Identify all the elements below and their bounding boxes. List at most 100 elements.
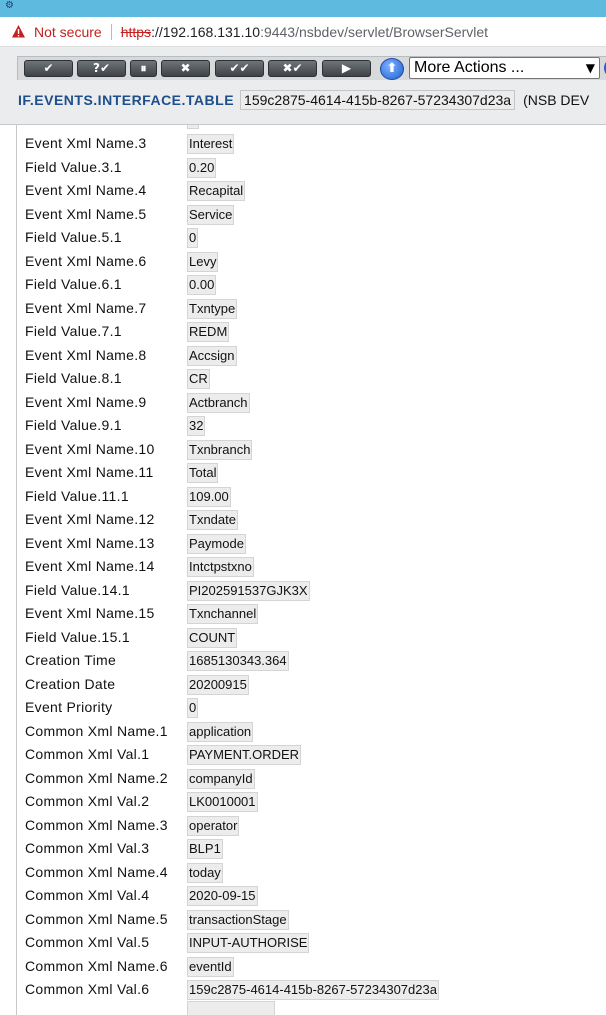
field-label: Field Value.8.1 — [25, 370, 122, 386]
field-label: Common Xml Name.6 — [25, 957, 168, 974]
field-value[interactable]: Paymode — [187, 533, 246, 554]
field-value[interactable]: companyId — [187, 768, 255, 789]
toolbar-area: ✔ ?✔ ⏸ ✖ ✔✔ ✖✔ ▶ ⬆ More Actions ... ▼ IF… — [0, 47, 606, 125]
url-scheme[interactable]: https — [121, 24, 151, 40]
field-value[interactable]: 0 — [187, 698, 199, 718]
window-title-strip: ⚙ — [0, 0, 606, 17]
url-path[interactable]: :9443/nsbdev/servlet/BrowserServlet — [260, 24, 488, 40]
field-label: Event Xml Name.11 — [25, 464, 154, 480]
field-value[interactable]: Txnbranch — [187, 439, 253, 460]
field-row: Event Xml Name.12 Txndate — [17, 509, 606, 530]
field-label: Creation Time — [25, 652, 117, 668]
query-validate-button[interactable]: ?✔ — [77, 60, 126, 77]
field-row: Event Xml Name.13 Paymode — [17, 533, 606, 554]
address-bar[interactable]: Not secure https ://192.168.131.10 :9443… — [0, 17, 606, 47]
address-separator — [110, 23, 112, 40]
field-value[interactable]: Txndate — [187, 510, 238, 530]
field-row: Field Value.8.1 CR — [17, 368, 606, 389]
field-row: Field Value.6.1 0.00 — [17, 274, 606, 295]
field-row: Field Value.7.1 REDM — [17, 321, 606, 342]
field-label: Field Value.14.1 — [25, 581, 130, 598]
field-row: Field Value.14.1 PI202591537GJK3X — [17, 580, 606, 601]
validate-button[interactable]: ✔ — [24, 60, 73, 77]
toolbar-button-row: ✔ ?✔ ⏸ ✖ ✔✔ ✖✔ ▶ ⬆ More Actions ... ▼ — [17, 56, 606, 80]
field-value[interactable]: PI202591537GJK3X — [187, 580, 310, 601]
field-value[interactable]: 1685130343.364 — [187, 651, 289, 671]
field-value[interactable]: Txnchannel — [187, 604, 259, 624]
field-value[interactable]: eventId — [187, 956, 234, 977]
commit-button[interactable]: ✔✔ — [215, 60, 264, 77]
record-id-field[interactable]: 159c2875-4614-415b-8267-57234307d23a — [240, 90, 516, 110]
field-label: Common Xml Name.3 — [25, 816, 168, 833]
field-value[interactable]: 0 — [187, 228, 199, 248]
field-label: Common Xml Val.4 — [25, 887, 150, 903]
more-actions-select[interactable]: More Actions ... ▼ — [409, 57, 600, 79]
field-value[interactable]: application — [187, 721, 254, 742]
field-row: Common Xml Val.4 2020-09-15 — [17, 885, 606, 906]
back-arrow-icon[interactable]: ⬆ — [380, 58, 404, 80]
reverse-button[interactable]: ✖✔ — [268, 60, 317, 77]
field-value[interactable]: 2020-09-15 — [187, 886, 258, 906]
delete-button[interactable]: ✖ — [161, 60, 210, 77]
field-value[interactable]: Accsign — [187, 345, 237, 366]
hold-button[interactable]: ⏸ — [130, 60, 157, 77]
field-value[interactable]: Total — [187, 463, 219, 483]
field-row: Common Xml Val.6 159c2875-4614-415b-8267-… — [17, 979, 606, 1000]
not-secure-label[interactable]: Not secure — [34, 24, 102, 40]
field-value[interactable]: 32 — [187, 416, 206, 436]
field-label: Field Value.9.1 — [25, 417, 122, 433]
field-value[interactable]: today — [187, 862, 223, 883]
field-row: Event Xml Name.5 Service — [17, 204, 606, 225]
field-row: Field Value.11.1 109.00 — [17, 486, 606, 507]
field-value[interactable]: Interest — [187, 134, 235, 154]
field-row: Event Xml Name.9 Actbranch — [17, 392, 606, 413]
field-value[interactable]: operator — [187, 815, 240, 836]
next-button[interactable]: ▶ — [322, 60, 371, 77]
field-value[interactable]: Service — [187, 204, 235, 225]
field-value[interactable]: BLP1 — [187, 839, 223, 859]
previous-value-box — [187, 125, 199, 129]
field-value[interactable]: 20200915 — [187, 674, 249, 695]
field-value[interactable]: 0.00 — [187, 275, 217, 295]
field-value[interactable]: PAYMENT.ORDER — [187, 745, 302, 765]
field-value[interactable]: 159c2875-4614-415b-8267-57234307d23a — [187, 980, 439, 1000]
field-row: Event Xml Name.14 Intctpstxno — [17, 556, 606, 577]
field-label: Event Xml Name.3 — [25, 135, 147, 151]
field-value[interactable]: Intctpstxno — [187, 557, 254, 577]
app-icon: ⚙ — [5, 0, 14, 11]
field-row: Field Value.9.1 32 — [17, 415, 606, 436]
warning-icon[interactable] — [11, 24, 26, 39]
field-value[interactable]: Recapital — [187, 181, 246, 201]
more-actions-value: More Actions ... — [414, 59, 525, 76]
field-label: Event Xml Name.15 — [25, 605, 155, 621]
field-row: Event Xml Name.11 Total — [17, 462, 606, 483]
field-row: Field Value.3.1 0.20 — [17, 157, 606, 178]
field-label: Event Xml Name.8 — [25, 346, 147, 363]
field-row: Field Value.5.1 0 — [17, 227, 606, 248]
field-row: Common Xml Name.2 companyId — [17, 768, 606, 789]
field-label: Common Xml Val.5 — [25, 934, 150, 950]
field-value[interactable]: INPUT-AUTHORISE — [187, 933, 310, 953]
field-label: Event Xml Name.9 — [25, 393, 147, 410]
field-label: Common Xml Name.5 — [25, 910, 168, 927]
field-value[interactable]: COUNT — [187, 627, 238, 648]
field-row: Common Xml Name.4 today — [17, 862, 606, 883]
field-value[interactable]: REDM — [187, 322, 230, 342]
field-value[interactable]: Txntype — [187, 298, 238, 319]
field-row: Event Xml Name.4 Recapital — [17, 180, 606, 201]
field-label: Field Value.11.1 — [25, 487, 129, 504]
field-value[interactable]: Actbranch — [187, 392, 250, 413]
field-value[interactable]: transactionStage — [187, 909, 289, 930]
field-label: Event Priority — [25, 699, 113, 715]
field-value[interactable]: CR — [187, 369, 210, 389]
field-row: Event Xml Name.6 Levy — [17, 251, 606, 272]
field-value[interactable]: 0.20 — [187, 157, 217, 178]
next-value-box — [187, 1001, 275, 1015]
field-value[interactable]: Levy — [187, 251, 219, 272]
field-value[interactable]: 109.00 — [187, 486, 231, 507]
url-host[interactable]: ://192.168.131.10 — [151, 24, 260, 40]
field-value[interactable]: LK0010001 — [187, 792, 258, 812]
field-row: Common Xml Val.3 BLP1 — [17, 838, 606, 859]
field-label: Event Xml Name.4 — [25, 182, 147, 198]
field-row: Common Xml Val.5 INPUT-AUTHORISE — [17, 932, 606, 953]
